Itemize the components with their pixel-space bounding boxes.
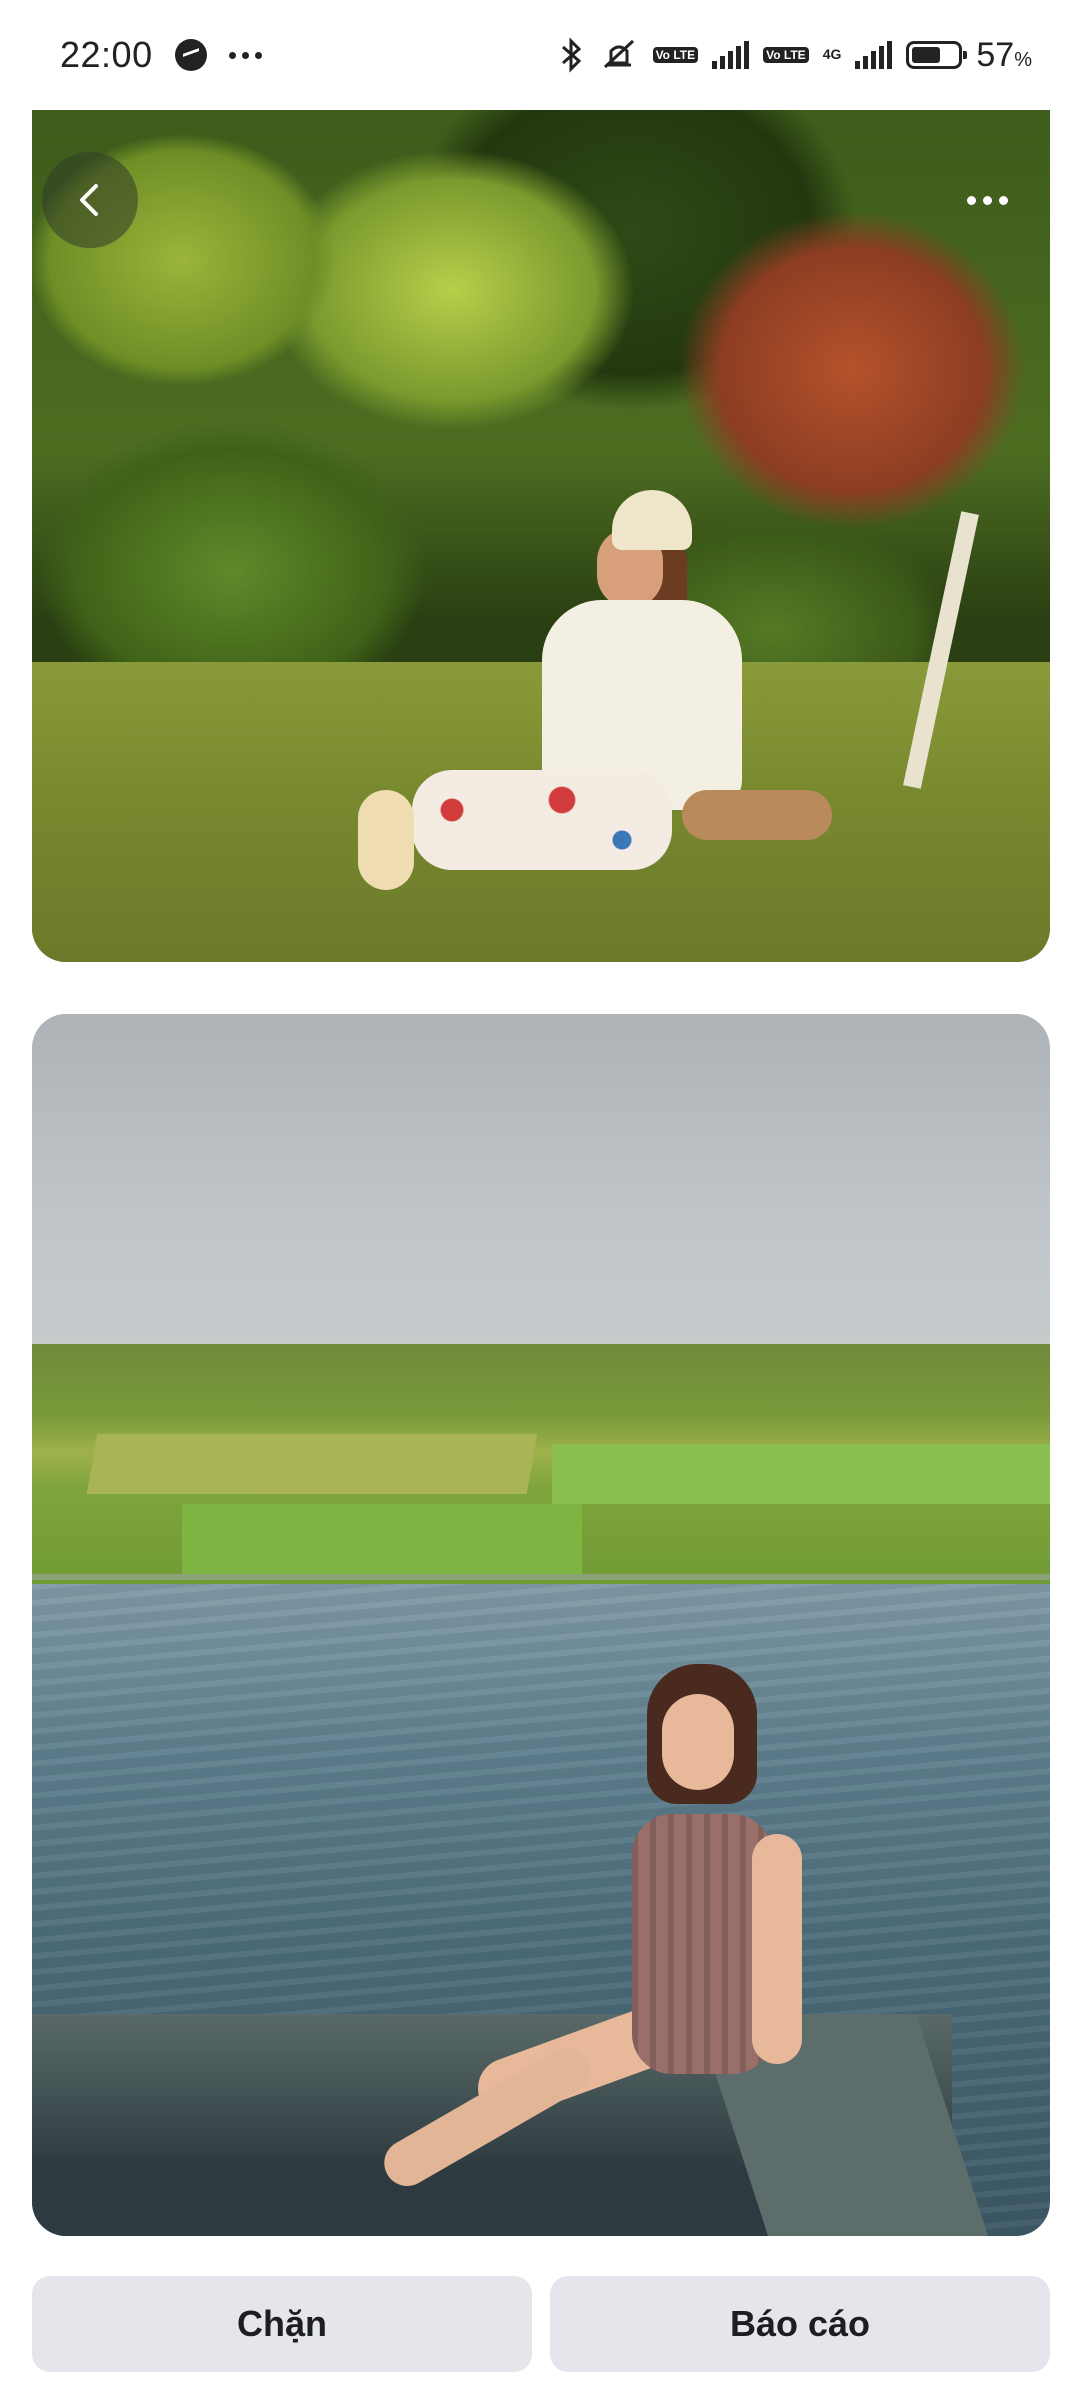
field-patch <box>552 1444 1050 1504</box>
more-dots-icon <box>228 51 262 59</box>
signal-icon-2 <box>855 41 893 69</box>
field-patch <box>86 1434 538 1494</box>
more-dot-icon <box>966 195 976 205</box>
report-button[interactable]: Báo cáo <box>550 2276 1050 2372</box>
more-dot-icon <box>998 195 1008 205</box>
field-patch <box>182 1504 582 1574</box>
network-type: 4G <box>822 45 842 62</box>
photo-2-railing <box>32 1574 1050 1580</box>
status-left: 22:00 <box>60 34 262 76</box>
photo-2[interactable] <box>32 1014 1050 2236</box>
chevron-left-icon <box>80 184 98 216</box>
volte-icon-2: Vo LTE <box>763 47 809 63</box>
more-dot-icon <box>982 195 992 205</box>
back-button[interactable] <box>42 152 138 248</box>
bluetooth-icon <box>561 37 581 73</box>
photo-1[interactable] <box>32 110 1050 962</box>
mute-icon <box>603 39 634 69</box>
status-right: Vo LTE Vo LTE 4G 57% <box>559 36 1032 75</box>
battery-level: 57% <box>976 35 1032 74</box>
block-button[interactable]: Chặn <box>32 2276 532 2372</box>
signal-icon <box>712 41 750 69</box>
messenger-icon <box>174 39 207 71</box>
photo-2-sky <box>32 1014 1050 1344</box>
volte-icon: Vo LTE <box>652 47 699 63</box>
photo-1-person <box>322 490 832 962</box>
battery-icon <box>906 41 968 69</box>
more-options-button[interactable] <box>952 170 1022 230</box>
status-time: 22:00 <box>60 34 153 75</box>
photo-2-person <box>332 1664 852 2224</box>
status-bar: 22:00 Vo LTE Vo LTE 4G 57% <box>0 0 1080 110</box>
